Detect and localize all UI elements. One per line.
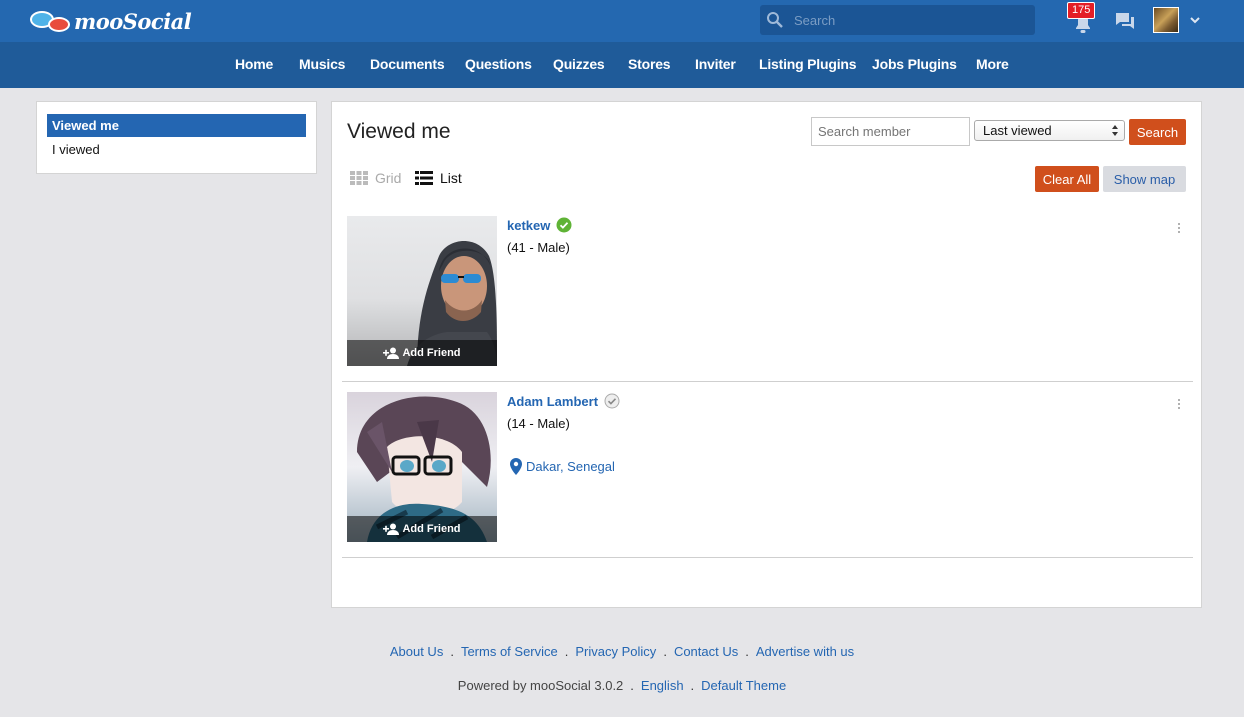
logo-bubbles-icon <box>28 8 74 34</box>
footer-link-contact[interactable]: Contact Us <box>674 644 738 659</box>
sort-select-value: Last viewed <box>983 123 1052 138</box>
member-name-link[interactable]: Adam Lambert <box>507 393 620 409</box>
member-list-item: Add Friend Adam Lambert (14 - Male) Daka… <box>342 392 1193 558</box>
add-friend-label: Add Friend <box>402 523 461 535</box>
sidebar-item-viewed-me[interactable]: Viewed me <box>47 114 306 137</box>
messages-icon[interactable] <box>1114 10 1136 32</box>
search-button[interactable]: Search <box>1129 119 1186 145</box>
footer-link-terms[interactable]: Terms of Service <box>461 644 558 659</box>
view-grid-label: Grid <box>375 170 402 186</box>
nav-item-questions[interactable]: Questions <box>465 42 532 88</box>
chevron-down-icon[interactable] <box>1189 14 1201 26</box>
nav-item-stores[interactable]: Stores <box>628 42 671 88</box>
member-info: (41 - Male) <box>507 240 570 255</box>
add-friend-button[interactable]: Add Friend <box>347 340 497 366</box>
search-icon <box>760 5 790 35</box>
list-icon <box>415 171 433 185</box>
search-member-input[interactable] <box>811 117 970 146</box>
sort-select[interactable]: Last viewed <box>974 120 1125 141</box>
view-list-toggle[interactable]: List <box>415 170 462 186</box>
main-panel: Viewed me Last viewed Search Grid List C… <box>331 101 1202 608</box>
add-friend-icon <box>383 347 400 359</box>
view-grid-toggle[interactable]: Grid <box>350 170 401 186</box>
user-avatar[interactable] <box>1153 7 1179 33</box>
nav-item-inviter[interactable]: Inviter <box>695 42 736 88</box>
add-friend-icon <box>383 523 400 535</box>
more-options-icon[interactable] <box>1177 222 1181 234</box>
more-options-icon[interactable] <box>1177 398 1181 410</box>
member-name-link[interactable]: ketkew <box>507 217 572 233</box>
member-location: Dakar, Senegal <box>526 459 615 474</box>
main-nav: Home Musics Documents Questions Quizzes … <box>0 42 1244 88</box>
global-search-input[interactable] <box>794 12 1024 28</box>
top-bar: mooSocial 175 <box>0 0 1244 42</box>
nav-item-home[interactable]: Home <box>235 42 273 88</box>
sidebar-item-i-viewed[interactable]: I viewed <box>47 138 306 161</box>
notification-count-badge: 175 <box>1067 2 1096 19</box>
member-name: ketkew <box>507 217 551 233</box>
page-title: Viewed me <box>347 120 451 143</box>
nav-item-documents[interactable]: Documents <box>370 42 445 88</box>
show-map-button[interactable]: Show map <box>1103 166 1186 192</box>
member-photo[interactable]: Add Friend <box>347 392 497 542</box>
nav-item-listing-plugins[interactable]: Listing Plugins <box>759 42 857 88</box>
unverified-check-icon <box>604 393 620 409</box>
nav-item-musics[interactable]: Musics <box>299 42 345 88</box>
sidebar: Viewed me I viewed <box>36 101 317 174</box>
global-search[interactable] <box>760 5 1035 35</box>
powered-by-text: Powered by mooSocial 3.0.2 <box>457 678 624 693</box>
language-link[interactable]: English <box>641 678 684 693</box>
footer-powered: Powered by mooSocial 3.0.2. English. Defau… <box>457 678 787 693</box>
member-info: (14 - Male) <box>507 416 570 431</box>
site-logo[interactable]: mooSocial <box>28 6 192 36</box>
member-list-item: Add Friend ketkew (41 - Male) <box>342 216 1193 382</box>
member-location-link[interactable]: Dakar, Senegal <box>510 458 615 475</box>
select-arrows-icon <box>1112 125 1118 136</box>
add-friend-button[interactable]: Add Friend <box>347 516 497 542</box>
clear-all-button[interactable]: Clear All <box>1035 166 1099 192</box>
grid-icon <box>350 171 368 185</box>
add-friend-label: Add Friend <box>402 347 461 359</box>
footer-link-privacy[interactable]: Privacy Policy <box>575 644 656 659</box>
footer-link-about[interactable]: About Us <box>390 644 443 659</box>
location-pin-icon <box>510 458 522 475</box>
nav-item-more[interactable]: More <box>976 42 1009 88</box>
view-list-label: List <box>440 170 462 186</box>
verified-check-icon <box>556 217 572 233</box>
member-name: Adam Lambert <box>507 393 599 409</box>
member-photo[interactable]: Add Friend <box>347 216 497 366</box>
nav-item-quizzes[interactable]: Quizzes <box>553 42 605 88</box>
footer-links: About Us. Terms of Service. Privacy Policy… <box>389 644 855 659</box>
footer-link-advertise[interactable]: Advertise with us <box>756 644 854 659</box>
theme-link[interactable]: Default Theme <box>701 678 786 693</box>
nav-item-jobs-plugins[interactable]: Jobs Plugins <box>872 42 957 88</box>
logo-text: mooSocial <box>74 8 192 34</box>
